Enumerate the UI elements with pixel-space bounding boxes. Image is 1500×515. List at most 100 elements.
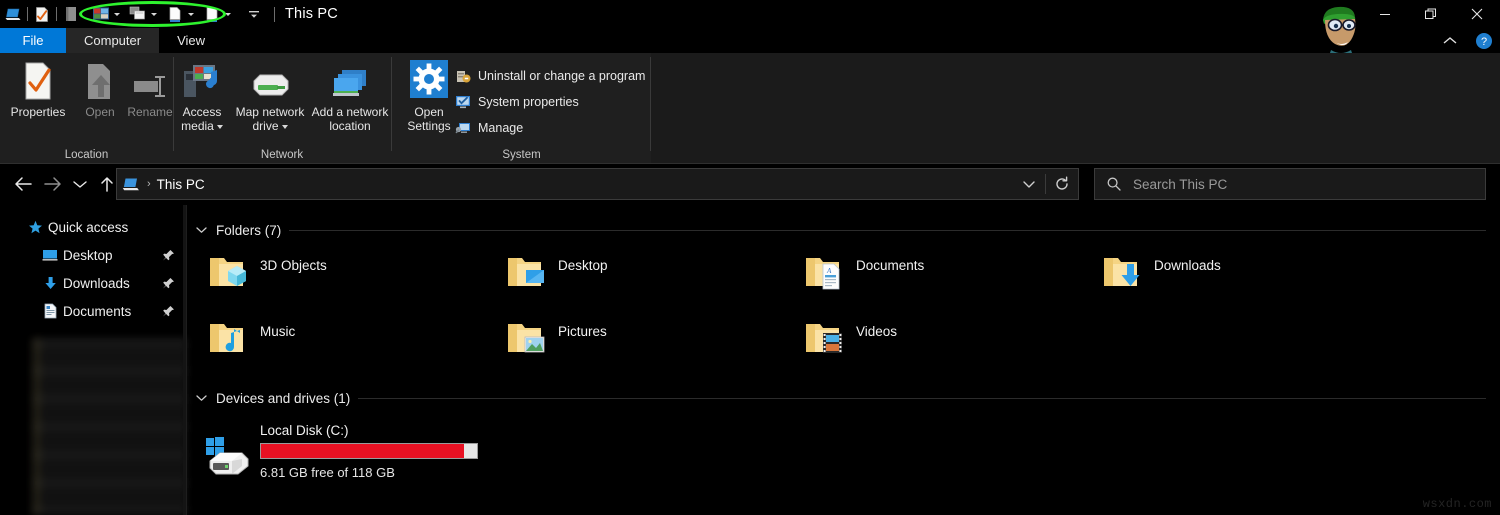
- ribbon-group-label-system: System: [392, 149, 651, 161]
- uninstall-program-icon: [454, 68, 471, 85]
- map-network-drive-icon: [248, 59, 292, 101]
- open-settings-label: Open Settings: [398, 105, 460, 133]
- sidebar-item-documents[interactable]: Documents: [0, 297, 186, 325]
- section-header-devices[interactable]: Devices and drives (1): [194, 387, 1500, 409]
- section-rule: [289, 230, 1486, 231]
- list-item-desktop[interactable]: Desktop: [492, 249, 790, 307]
- list-item-videos[interactable]: Videos: [790, 315, 1088, 373]
- back-button[interactable]: [8, 169, 38, 199]
- qat-separator-2: [56, 7, 57, 21]
- ribbon-group-label-location: Location: [0, 149, 173, 161]
- tab-file[interactable]: File: [0, 28, 66, 53]
- restore-button[interactable]: [1408, 0, 1454, 28]
- address-bar[interactable]: › This PC: [116, 168, 1079, 200]
- folder-row-1: 3D Objects Desktop: [194, 249, 1500, 307]
- section-title: Folders (7): [216, 223, 281, 238]
- map-network-drive-dropdown-icon[interactable]: [282, 125, 288, 129]
- qat-new-folder-icon[interactable]: [201, 3, 223, 25]
- downloads-icon: [37, 276, 63, 291]
- ribbon: Properties Open: [0, 53, 1500, 164]
- ribbon-group-system: Open Settings Uni: [392, 53, 651, 163]
- map-network-drive-label: Map network drive: [236, 105, 305, 133]
- sidebar-item-quick-access[interactable]: Quick access: [0, 213, 186, 241]
- search-icon: [1095, 176, 1133, 192]
- system-properties-item[interactable]: System properties: [454, 89, 645, 115]
- qat-properties-icon[interactable]: [31, 3, 53, 25]
- refresh-button[interactable]: [1046, 169, 1078, 199]
- ribbon-group-location: Properties Open: [0, 53, 173, 163]
- section-header-folders[interactable]: Folders (7): [194, 219, 1500, 241]
- map-network-drive-button[interactable]: Map network drive: [232, 59, 308, 133]
- this-pc-icon: [117, 176, 145, 192]
- drive-free-space: 6.81 GB free of 118 GB: [260, 465, 478, 480]
- folder-row-2: Music Pictures: [194, 315, 1500, 373]
- sidebar-item-desktop[interactable]: Desktop: [0, 241, 186, 269]
- tab-computer[interactable]: Computer: [66, 28, 159, 53]
- list-item-local-disk-c[interactable]: Local Disk (C:) 6.81 GB free of 118 GB: [194, 419, 1500, 480]
- qat-access-media-caret-icon[interactable]: [114, 13, 120, 16]
- manage-label: Manage: [478, 121, 523, 135]
- folder-videos-icon: [790, 315, 856, 361]
- list-item-music[interactable]: Music: [194, 315, 492, 373]
- uninstall-program-item[interactable]: Uninstall or change a program: [454, 63, 645, 89]
- pin-icon[interactable]: [160, 247, 176, 263]
- rename-icon: [130, 59, 170, 101]
- tab-view[interactable]: View: [159, 28, 223, 53]
- list-item-documents[interactable]: A Documents: [790, 249, 1088, 307]
- manage-item[interactable]: Manage: [454, 115, 645, 141]
- qat-new-item-icon[interactable]: [164, 3, 186, 25]
- svg-text:A: A: [826, 267, 832, 275]
- qat-access-media-icon[interactable]: [90, 3, 112, 25]
- search-box[interactable]: Search This PC: [1094, 168, 1486, 200]
- close-button[interactable]: [1454, 0, 1500, 28]
- add-network-location-button[interactable]: Add a network location: [310, 59, 390, 133]
- forward-button[interactable]: [38, 169, 68, 199]
- access-media-dropdown-icon[interactable]: [217, 125, 223, 129]
- collapse-ribbon-icon[interactable]: [1440, 31, 1460, 51]
- pin-icon[interactable]: [160, 303, 176, 319]
- obscured-sidebar-region: [32, 338, 187, 515]
- settings-gear-icon: [408, 59, 450, 101]
- folder-desktop-icon: [492, 249, 558, 295]
- svg-text:?: ?: [1481, 36, 1487, 48]
- title-bar: This PC: [0, 0, 1500, 28]
- qat-map-network-drive-icon[interactable]: [127, 3, 149, 25]
- search-input[interactable]: Search This PC: [1133, 177, 1227, 192]
- chevron-down-icon[interactable]: [194, 226, 208, 234]
- access-media-button[interactable]: Access media: [174, 59, 230, 133]
- qat-this-pc-icon[interactable]: [2, 3, 24, 25]
- previous-locations-button[interactable]: [1013, 169, 1045, 199]
- file-explorer-window: This PC: [0, 0, 1500, 515]
- recent-locations-button[interactable]: [68, 169, 92, 199]
- chevron-down-icon[interactable]: [194, 394, 208, 402]
- pin-icon[interactable]: [160, 275, 176, 291]
- list-item-3d-objects[interactable]: 3D Objects: [194, 249, 492, 307]
- list-item-label: Downloads: [1154, 249, 1221, 273]
- sidebar-item-downloads[interactable]: Downloads: [0, 269, 186, 297]
- open-settings-button[interactable]: Open Settings: [398, 59, 460, 133]
- qat-rename-icon[interactable]: [60, 3, 82, 25]
- list-item-downloads[interactable]: Downloads: [1088, 249, 1386, 307]
- help-icon[interactable]: ?: [1474, 31, 1494, 51]
- minimize-button[interactable]: [1362, 0, 1408, 28]
- section-title: Devices and drives (1): [216, 391, 350, 406]
- ribbon-group-label-network: Network: [174, 149, 390, 161]
- qat-new-item-caret-icon[interactable]: [188, 13, 194, 16]
- section-rule: [358, 398, 1486, 399]
- system-properties-label: System properties: [478, 95, 579, 109]
- list-item-pictures[interactable]: Pictures: [492, 315, 790, 373]
- windows-drive-icon: [194, 419, 260, 477]
- access-media-icon: [181, 59, 223, 101]
- ribbon-group-network: Access media Map network drive: [174, 53, 390, 163]
- breadcrumb[interactable]: This PC: [157, 177, 205, 192]
- ribbon-content: Properties Open: [0, 53, 651, 163]
- navigation-pane: Quick access Desktop Downloads: [0, 205, 186, 515]
- documents-icon: [37, 303, 63, 319]
- address-bar-tools: [1013, 169, 1078, 199]
- qat-customize-icon[interactable]: [243, 3, 265, 25]
- folder-downloads-icon: [1088, 249, 1154, 295]
- drive-name: Local Disk (C:): [260, 423, 478, 438]
- cartoon-avatar-overlay-icon: [1311, 0, 1369, 56]
- qat-new-folder-caret-icon[interactable]: [225, 13, 231, 16]
- qat-map-network-drive-caret-icon[interactable]: [151, 13, 157, 16]
